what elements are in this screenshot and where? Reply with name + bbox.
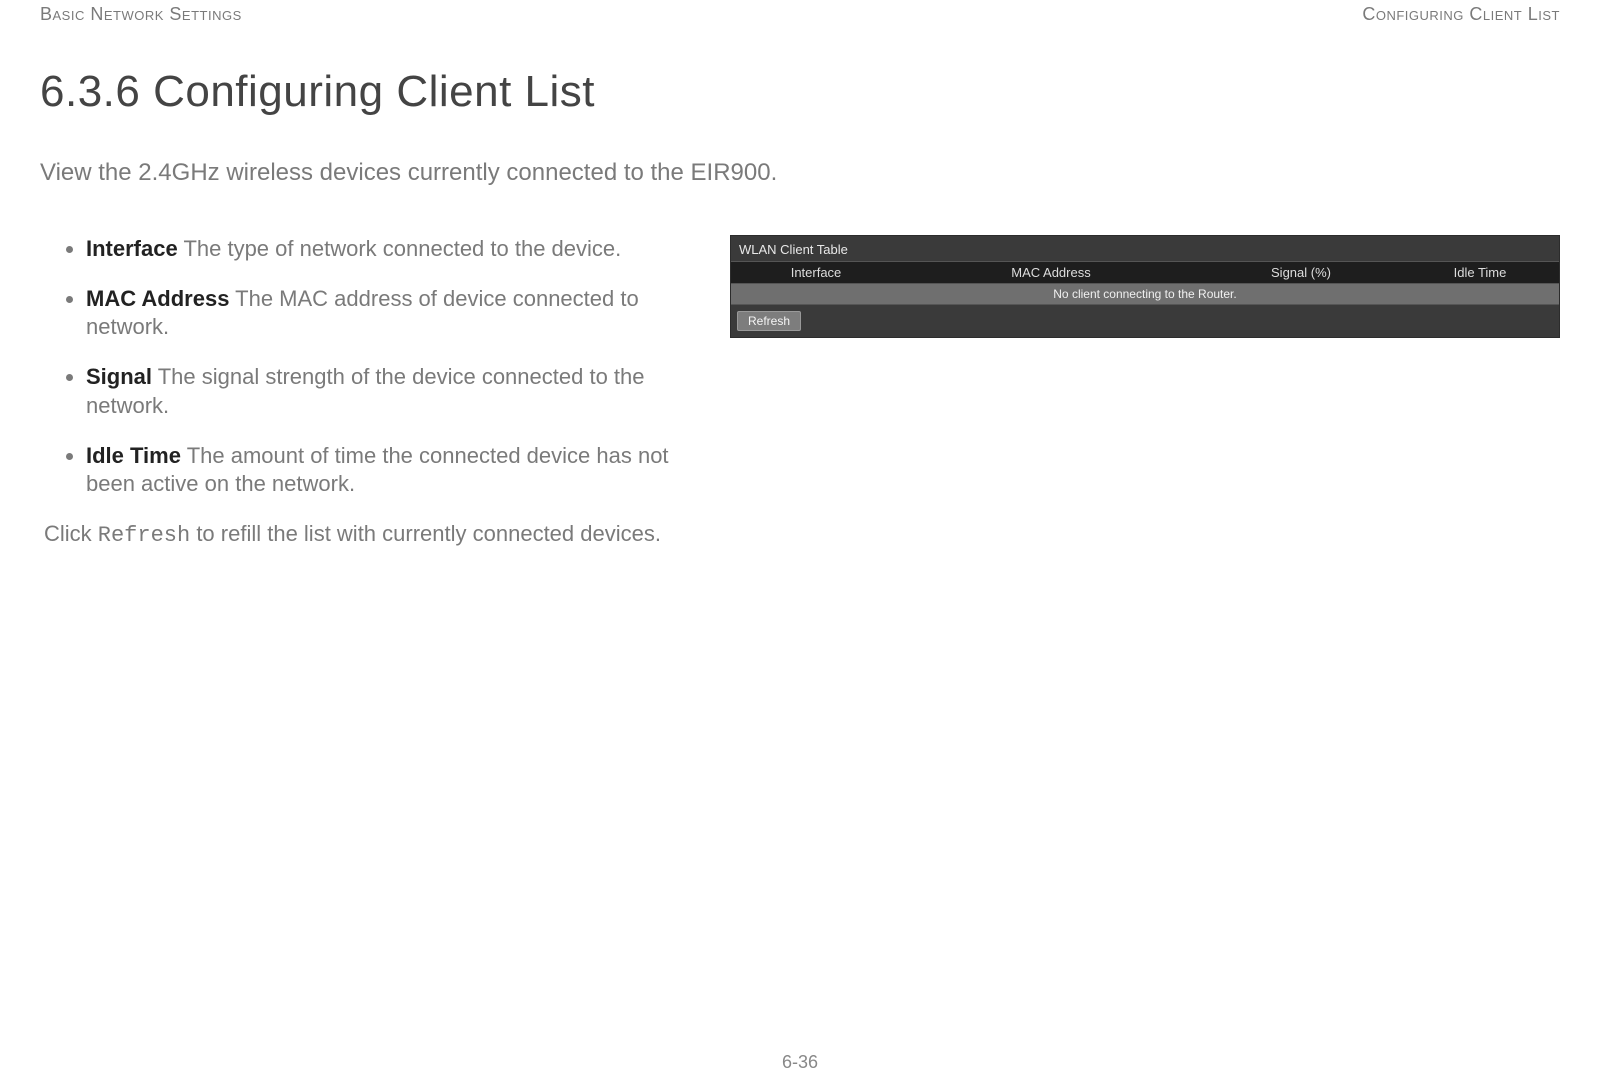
desc-signal: The signal strength of the device connec… xyxy=(86,364,645,417)
wlan-empty-message: No client connecting to the Router. xyxy=(731,284,1559,305)
definition-list: Interface The type of network connected … xyxy=(40,235,708,498)
wlan-table-header: Interface MAC Address Signal (%) Idle Ti… xyxy=(731,261,1559,284)
header-right: Configuring Client List xyxy=(1362,4,1560,25)
col-header-signal: Signal (%) xyxy=(1201,262,1401,283)
col-header-interface: Interface xyxy=(731,262,901,283)
refresh-button[interactable]: Refresh xyxy=(737,311,801,331)
term-mac-address: MAC Address xyxy=(86,286,229,311)
section-lead: View the 2.4GHz wireless devices current… xyxy=(40,159,1560,187)
term-signal: Signal xyxy=(86,364,152,389)
list-item: Interface The type of network connected … xyxy=(86,235,708,263)
wlan-panel-title: WLAN Client Table xyxy=(731,236,1559,261)
refresh-instruction-prefix: Click xyxy=(44,521,98,546)
header-left: Basic Network Settings xyxy=(40,4,242,25)
section-title: 6.3.6 Configuring Client List xyxy=(40,67,1560,117)
term-interface: Interface xyxy=(86,236,178,261)
term-idle-time: Idle Time xyxy=(86,443,181,468)
refresh-code: Refresh xyxy=(98,523,190,548)
list-item: MAC Address The MAC address of device co… xyxy=(86,285,708,341)
col-header-idle: Idle Time xyxy=(1401,262,1559,283)
wlan-client-panel: WLAN Client Table Interface MAC Address … xyxy=(730,235,1560,338)
refresh-instruction: Click Refresh to refill the list with cu… xyxy=(44,520,708,550)
list-item: Signal The signal strength of the device… xyxy=(86,363,708,419)
page-header: Basic Network Settings Configuring Clien… xyxy=(40,0,1560,25)
col-header-mac: MAC Address xyxy=(901,262,1201,283)
page-number: 6-36 xyxy=(782,1052,818,1073)
desc-interface: The type of network connected to the dev… xyxy=(183,236,621,261)
list-item: Idle Time The amount of time the connect… xyxy=(86,442,708,498)
refresh-instruction-suffix: to refill the list with currently connec… xyxy=(190,521,661,546)
